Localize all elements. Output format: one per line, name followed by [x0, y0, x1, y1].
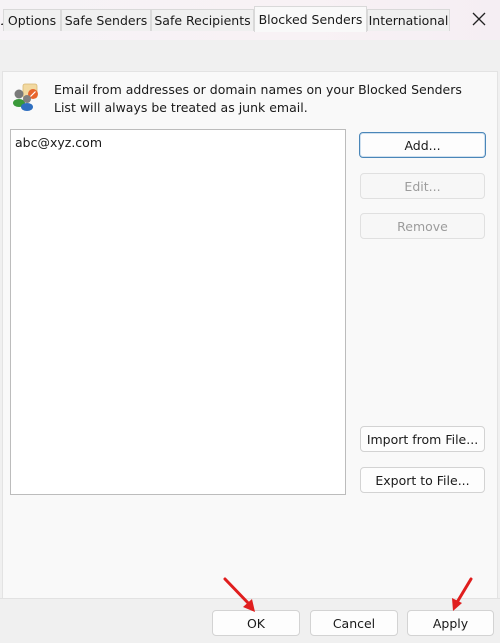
add-button-label: Add... [404, 137, 441, 153]
tab-safe-recipients[interactable]: Safe Recipients [151, 9, 254, 31]
tab-options[interactable]: Options [3, 9, 61, 31]
cancel-button[interactable]: Cancel [310, 610, 398, 636]
tab-safe-senders[interactable]: Safe Senders [61, 9, 151, 31]
export-to-file-button[interactable]: Export to File... [360, 467, 485, 493]
tab-label: Options [7, 13, 57, 28]
cancel-button-label: Cancel [332, 615, 376, 631]
blocked-senders-description: Email from addresses or domain names on … [54, 82, 462, 115]
tab-blocked-senders[interactable]: Blocked Senders [254, 6, 367, 32]
import-from-file-button[interactable]: Import from File... [360, 426, 485, 452]
close-icon [472, 12, 486, 26]
ok-button-label: OK [246, 615, 266, 631]
add-button[interactable]: Add... [359, 132, 486, 158]
import-button-label: Import from File... [366, 431, 479, 447]
apply-button[interactable]: Apply [407, 610, 494, 636]
tab-label: Blocked Senders [258, 12, 363, 27]
close-button[interactable] [462, 4, 496, 34]
tab-label: Safe Senders [64, 13, 148, 28]
tab-label: International [368, 13, 449, 28]
remove-button-label: Remove [397, 218, 448, 234]
blocked-senders-list[interactable]: abc@xyz.com [10, 129, 346, 495]
list-item[interactable]: abc@xyz.com [15, 135, 102, 150]
export-button-label: Export to File... [375, 472, 470, 488]
edit-button-label: Edit... [404, 178, 441, 194]
tab-international[interactable]: International [367, 9, 450, 31]
footer-divider [0, 598, 500, 599]
blocked-senders-icon [13, 83, 38, 111]
apply-button-label: Apply [432, 615, 469, 631]
tab-label: Safe Recipients [154, 13, 251, 28]
ok-button[interactable]: OK [212, 610, 300, 636]
edit-button: Edit... [360, 173, 485, 199]
remove-button: Remove [360, 213, 485, 239]
